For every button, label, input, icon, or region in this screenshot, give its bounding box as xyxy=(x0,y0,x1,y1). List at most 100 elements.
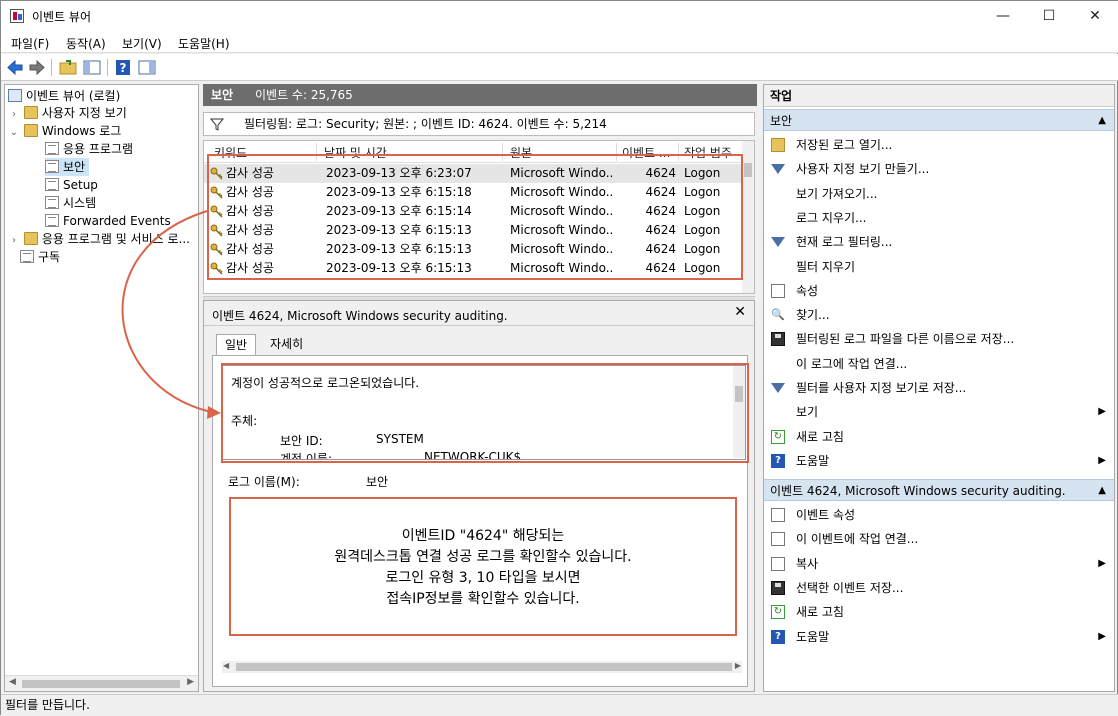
action-item[interactable]: 보기 ▶ xyxy=(764,400,1114,424)
tab-general[interactable]: 일반 xyxy=(216,334,257,356)
tree-node-setup[interactable]: Setup xyxy=(45,176,98,194)
action-item[interactable]: ↻ 새로 고침 xyxy=(764,600,1114,624)
tree-node-app-services[interactable]: › 응용 프로그램 및 서비스 로... xyxy=(8,230,190,248)
action-item[interactable]: 선택한 이벤트 저장... xyxy=(764,576,1114,600)
tree-horizontal-scrollbar[interactable]: ◀ ▶ xyxy=(5,675,198,691)
table-row[interactable]: 감사 성공 2023-09-13 오후 6:23:07 Microsoft Wind… xyxy=(204,164,744,183)
scroll-left-icon[interactable]: ◀ xyxy=(9,677,16,687)
log-name: 보안 xyxy=(211,88,234,102)
action-item-label: 필터 지우기 xyxy=(796,259,856,274)
menu-view[interactable]: 보기(V) xyxy=(122,35,162,52)
event-description-box[interactable]: 계정이 성공적으로 로그온되었습니다. 주체: 보안 ID: SYSTEM 계정… xyxy=(222,365,746,460)
find-icon: 🔍 xyxy=(771,308,785,323)
table-row[interactable]: 감사 성공 2023-09-13 오후 6:15:13 Microsoft Wind… xyxy=(204,221,744,240)
action-item[interactable]: ? 도움말 ▶ xyxy=(764,449,1114,473)
column-keyword[interactable]: 키워드 xyxy=(214,144,247,161)
action-item-label: 복사 xyxy=(796,556,819,571)
filter-icon xyxy=(210,118,224,131)
action-item[interactable]: 이벤트 속성 xyxy=(764,503,1114,527)
show-hide-tree-icon[interactable] xyxy=(83,59,101,76)
svg-text:?: ? xyxy=(120,61,127,75)
column-source[interactable]: 원본 xyxy=(510,144,532,161)
tree-node-subscriptions[interactable]: 구독 xyxy=(20,248,60,266)
title-bar: 이벤트 뷰어 — ☐ ✕ xyxy=(1,1,1118,31)
table-row[interactable]: 감사 성공 2023-09-13 오후 6:15:14 Microsoft Wind… xyxy=(204,202,744,221)
row-datetime: 2023-09-13 오후 6:15:13 xyxy=(326,261,472,275)
scrollbar-thumb[interactable] xyxy=(735,386,743,402)
forward-arrow-icon[interactable] xyxy=(28,59,46,76)
key-icon xyxy=(210,262,223,275)
grid-header: 키워드 날짜 및 시간 원본 이벤트 ... 작업 범주 xyxy=(204,141,744,163)
actions-section-security[interactable]: 보안 ▲ xyxy=(764,109,1114,131)
tree-node-windows-logs[interactable]: ⌄ Windows 로그 xyxy=(8,122,121,140)
action-item[interactable]: ? 도움말 ▶ xyxy=(764,625,1114,649)
help-icon[interactable]: ? xyxy=(114,59,132,76)
action-item[interactable]: 저장된 로그 열기... xyxy=(764,133,1114,157)
column-task-category[interactable]: 작업 범주 xyxy=(684,144,732,161)
table-row[interactable]: 감사 성공 2023-09-13 오후 6:15:18 Microsoft Wind… xyxy=(204,183,744,202)
chevron-down-icon[interactable]: ⌄ xyxy=(8,124,20,142)
column-datetime[interactable]: 날짜 및 시간 xyxy=(324,144,387,161)
back-arrow-icon[interactable] xyxy=(6,59,24,76)
description-scrollbar[interactable] xyxy=(733,366,745,458)
action-item[interactable]: 🔍 찾기... xyxy=(764,303,1114,327)
menu-help[interactable]: 도움말(H) xyxy=(178,35,230,52)
maximize-button[interactable]: ☐ xyxy=(1026,1,1072,31)
detail-horizontal-scrollbar[interactable]: ◀ ▶ xyxy=(222,661,742,673)
chevron-up-icon[interactable]: ▲ xyxy=(1098,480,1106,502)
scroll-right-icon[interactable]: ▶ xyxy=(735,661,741,670)
security-id-label: 보안 ID: xyxy=(280,434,323,448)
action-item[interactable]: 현재 로그 필터링... xyxy=(764,230,1114,254)
scrollbar-thumb[interactable] xyxy=(236,663,732,671)
action-item[interactable]: 필터 지우기 xyxy=(764,255,1114,279)
row-task-category: Logon xyxy=(684,261,721,275)
row-task-category: Logon xyxy=(684,185,721,199)
action-item[interactable]: 속성 xyxy=(764,279,1114,303)
tree-node-root[interactable]: 이벤트 뷰어 (로컬) xyxy=(8,87,120,105)
menu-file[interactable]: 파일(F) xyxy=(11,35,49,52)
close-button[interactable]: ✕ xyxy=(1072,1,1118,31)
scroll-right-icon[interactable]: ▶ xyxy=(187,677,194,687)
grid-vertical-scrollbar[interactable] xyxy=(742,141,754,293)
column-event-id[interactable]: 이벤트 ... xyxy=(622,144,670,161)
action-item[interactable]: 보기 가져오기... xyxy=(764,182,1114,206)
row-event-id: 4624 xyxy=(645,242,676,256)
tree-node-security[interactable]: 보안 xyxy=(45,158,90,176)
chevron-up-icon[interactable]: ▲ xyxy=(1098,110,1106,132)
action-item-label: 이벤트 속성 xyxy=(796,508,856,522)
log-name-value: 보안 xyxy=(366,475,389,489)
menu-action[interactable]: 동작(A) xyxy=(66,35,106,52)
scroll-left-icon[interactable]: ◀ xyxy=(223,661,229,670)
close-icon[interactable]: ✕ xyxy=(734,304,746,320)
tree-node-application[interactable]: 응용 프로그램 xyxy=(45,140,133,158)
folder-up-icon[interactable] xyxy=(59,59,77,76)
chevron-right-icon[interactable]: › xyxy=(8,232,20,250)
action-item-label: 로그 지우기... xyxy=(796,210,867,225)
action-item[interactable]: 로그 지우기... xyxy=(764,206,1114,230)
action-item[interactable]: 이 이벤트에 작업 연결... xyxy=(764,527,1114,551)
action-item[interactable]: 이 로그에 작업 연결... xyxy=(764,352,1114,376)
tree-node-system[interactable]: 시스템 xyxy=(45,194,96,212)
scrollbar-thumb[interactable] xyxy=(744,163,752,177)
tree-node-custom-views[interactable]: › 사용자 지정 보기 xyxy=(8,104,127,122)
table-row[interactable]: 감사 성공 2023-09-13 오후 6:15:13 Microsoft Wind… xyxy=(204,259,744,278)
note-line: 로그인 유형 3, 10 타입을 보시면 xyxy=(385,570,581,586)
tab-details[interactable]: 자세히 xyxy=(262,334,311,356)
row-event-id: 4624 xyxy=(645,261,676,275)
action-item[interactable]: 복사 ▶ xyxy=(764,552,1114,576)
chevron-right-icon: ▶ xyxy=(1098,406,1106,418)
actions-section-event[interactable]: 이벤트 4624, Microsoft Windows security aud… xyxy=(764,479,1114,501)
chevron-right-icon: ▶ xyxy=(1098,557,1106,569)
scrollbar-thumb[interactable] xyxy=(22,680,180,688)
action-item[interactable]: 사용자 지정 보기 만들기... xyxy=(764,157,1114,181)
action-item-label: 속성 xyxy=(796,283,819,298)
action-item[interactable]: 필터를 사용자 지정 보기로 저장... xyxy=(764,376,1114,400)
show-hide-action-pane-icon[interactable] xyxy=(138,59,156,76)
action-item[interactable]: 필터링된 로그 파일을 다른 이름으로 저장... xyxy=(764,327,1114,351)
row-datetime: 2023-09-13 오후 6:23:07 xyxy=(326,166,472,180)
action-item[interactable]: ↻ 새로 고침 xyxy=(764,425,1114,449)
tree-node-forwarded-events[interactable]: Forwarded Events xyxy=(45,212,171,230)
table-row[interactable]: 감사 성공 2023-09-13 오후 6:15:13 Microsoft Wind… xyxy=(204,240,744,259)
actions-header: 작업 xyxy=(764,85,1114,107)
minimize-button[interactable]: — xyxy=(980,1,1026,31)
